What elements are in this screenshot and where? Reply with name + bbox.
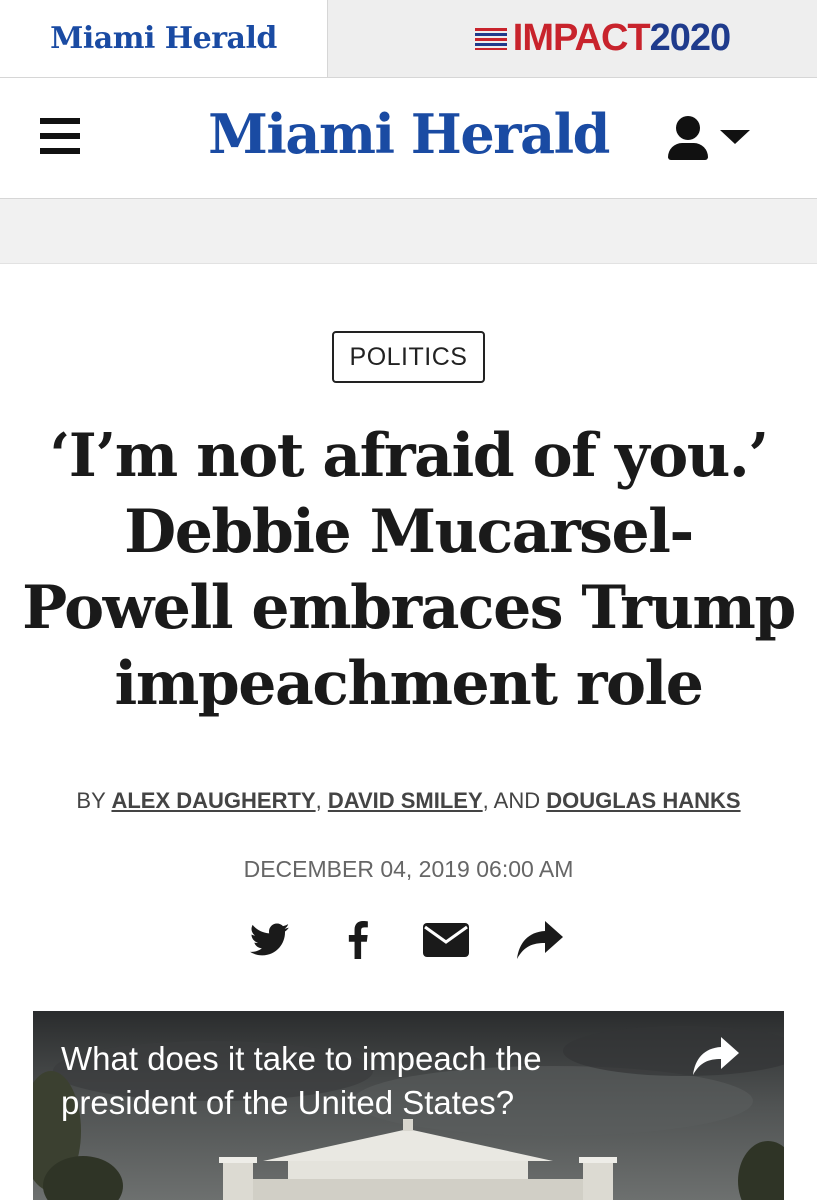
twitter-share-button[interactable] [240, 915, 300, 965]
brand-tabs: Miami Herald IMPACT2020 [0, 0, 817, 77]
more-share-button[interactable] [510, 915, 570, 965]
email-share-button[interactable] [416, 915, 476, 965]
share-icon [693, 1037, 739, 1075]
impact-2020-logo: IMPACT2020 [474, 17, 732, 60]
flag-icon [474, 27, 507, 50]
impact-word: IMPACT [512, 17, 651, 59]
caret-down-icon [720, 130, 750, 144]
author-link[interactable]: DAVID SMILEY [328, 788, 483, 813]
account-menu-button[interactable] [668, 116, 758, 166]
byline-prefix: BY [76, 788, 112, 813]
byline: BY ALEX DAUGHERTY, DAVID SMILEY, AND DOU… [0, 788, 817, 814]
publish-date: DECEMBER 04, 2019 06:00 AM [243, 856, 574, 882]
facebook-icon [348, 921, 368, 959]
impact-year: 2020 [649, 17, 732, 59]
site-header: Miami Herald [0, 77, 817, 199]
twitter-icon [250, 923, 290, 956]
email-icon [423, 923, 469, 957]
facebook-share-button[interactable] [328, 915, 388, 965]
user-icon [676, 116, 700, 140]
byline-separator: , [315, 788, 328, 813]
ad-placeholder [0, 199, 817, 264]
category-tag[interactable]: POLITICS [332, 331, 485, 383]
miami-herald-tab-logo: Miami Herald [50, 21, 277, 56]
miami-herald-tab[interactable]: Miami Herald [0, 0, 327, 77]
video-share-button[interactable] [693, 1037, 747, 1081]
video-player[interactable]: What does it take to impeach the preside… [33, 1011, 784, 1200]
article-headline: ‘I’m not afraid of you.’ Debbie Mucarsel… [22, 421, 796, 719]
video-title: What does it take to impeach the preside… [61, 1040, 542, 1121]
author-link[interactable]: ALEX DAUGHERTY [111, 788, 315, 813]
share-bar [240, 915, 580, 965]
share-icon [517, 921, 563, 959]
author-link[interactable]: DOUGLAS HANKS [546, 788, 740, 813]
impact-2020-tab[interactable]: IMPACT2020 [327, 0, 817, 77]
byline-separator: , AND [482, 788, 547, 813]
impact-2020-text: IMPACT2020 [512, 17, 732, 60]
